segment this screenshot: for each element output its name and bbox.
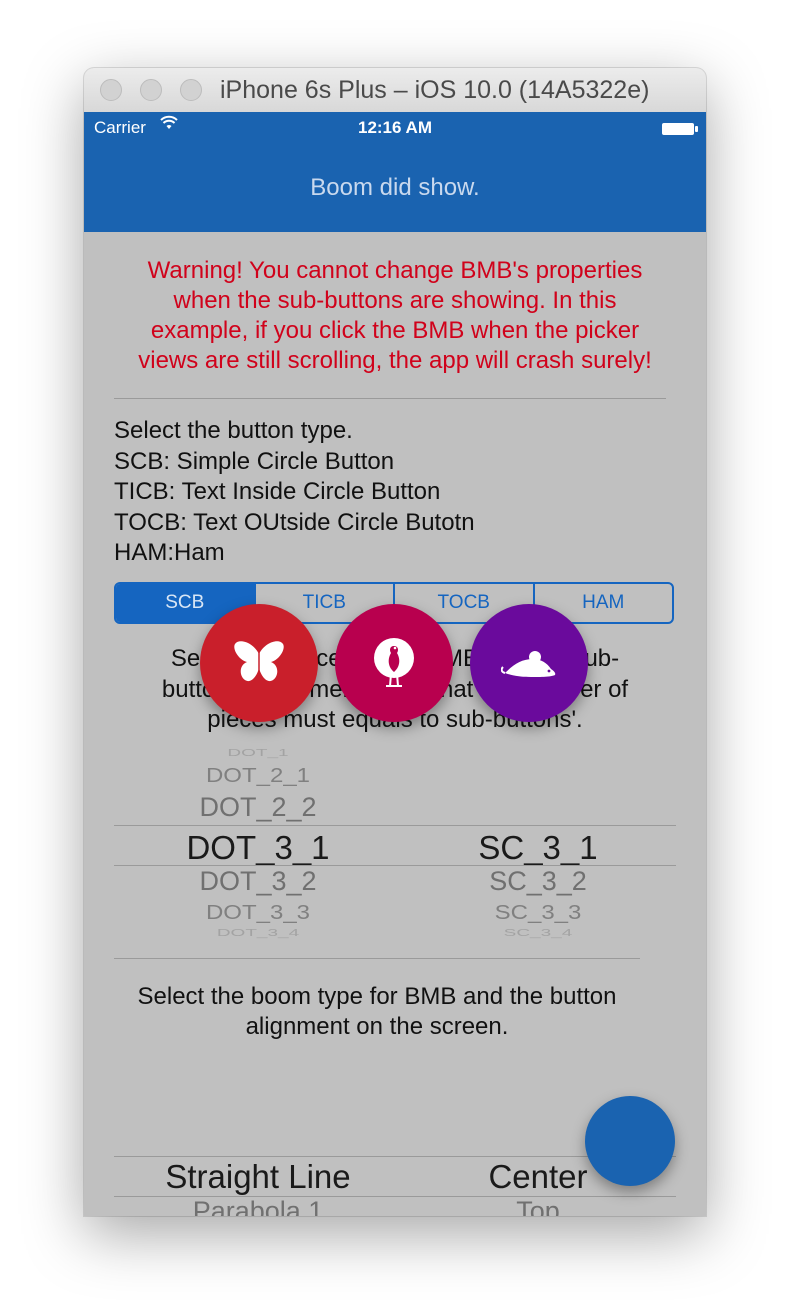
picker-selection-line [114,825,676,826]
peacock-icon [367,636,421,690]
boom-type-description: Select the boom type for BMB and the but… [104,982,650,1042]
butterfly-sub-button[interactable] [200,604,318,722]
picker-selected-row: DOT_3_1 [186,829,330,866]
main-content: Warning! You cannot change BMB's propert… [84,232,706,1216]
description-line: TOCB: Text OUtside Circle Butotn [114,508,475,536]
peacock-sub-button[interactable] [335,604,453,722]
divider [114,398,666,399]
warning-line: when the sub-buttons are showing. In thi… [173,287,617,314]
picker-row: DOT_1 [227,746,289,759]
picker-row: DOT_2_2 [199,792,317,822]
picker-row: DOT_3_2 [199,866,317,896]
button-type-description: Select the button type. SCB: Simple Circ… [114,416,684,569]
navigation-bar: Boom did show. [84,144,706,232]
close-window-button[interactable] [100,79,122,101]
warning-line: Warning! You cannot change BMB's propert… [147,257,643,284]
description-line: TICB: Text Inside Circle Button [114,478,441,505]
simulator-window: iPhone 6s Plus – iOS 10.0 (14A5322e) Car… [84,68,706,1216]
picker-row: SC_3_2 [489,866,587,896]
picker-row: SC_3_3 [494,901,582,925]
divider [114,958,640,959]
description-line: Select the boom type for BMB and the but… [137,983,617,1010]
description-line: HAM:Ham [114,539,225,566]
description-line: Select the button type. [114,417,353,444]
picker-row: Parabola 1 [192,1196,324,1216]
battery-icon [662,123,698,135]
picker-selection-line [114,865,676,866]
description-line: alignment on the screen. [245,1013,509,1040]
picker-selected-row: Straight Line [165,1158,351,1195]
picker-row: DOT_3_3 [205,901,311,925]
mouse-sub-button[interactable] [470,604,588,722]
description-line: SCB: Simple Circle Button [114,447,395,475]
warning-text: Warning! You cannot change BMB's propert… [104,256,686,376]
picker-row: DOT_3_4 [216,926,300,939]
picker-row: Top [516,1196,560,1216]
status-time: 12:16 AM [357,118,432,137]
warning-line: views are still scrolling, the app will … [138,347,652,374]
picker-selection-line [114,1196,676,1197]
boom-menu-button[interactable] [585,1096,675,1186]
window-titlebar: iPhone 6s Plus – iOS 10.0 (14A5322e) [84,68,706,113]
status-bar: Carrier 12:16 AM [84,112,706,144]
nav-title: Boom did show. [310,174,480,201]
picker-row: SC_3_4 [503,926,573,939]
window-title: iPhone 6s Plus – iOS 10.0 (14A5322e) [220,76,650,104]
zoom-window-button[interactable] [180,79,202,101]
butterfly-icon [233,640,285,686]
warning-line: example, if you click the BMB when the p… [150,317,640,344]
picker-row: DOT_2_1 [205,764,311,788]
picker-selected-row: SC_3_1 [478,829,598,866]
minimize-window-button[interactable] [140,79,162,101]
mouse-icon [501,645,557,681]
